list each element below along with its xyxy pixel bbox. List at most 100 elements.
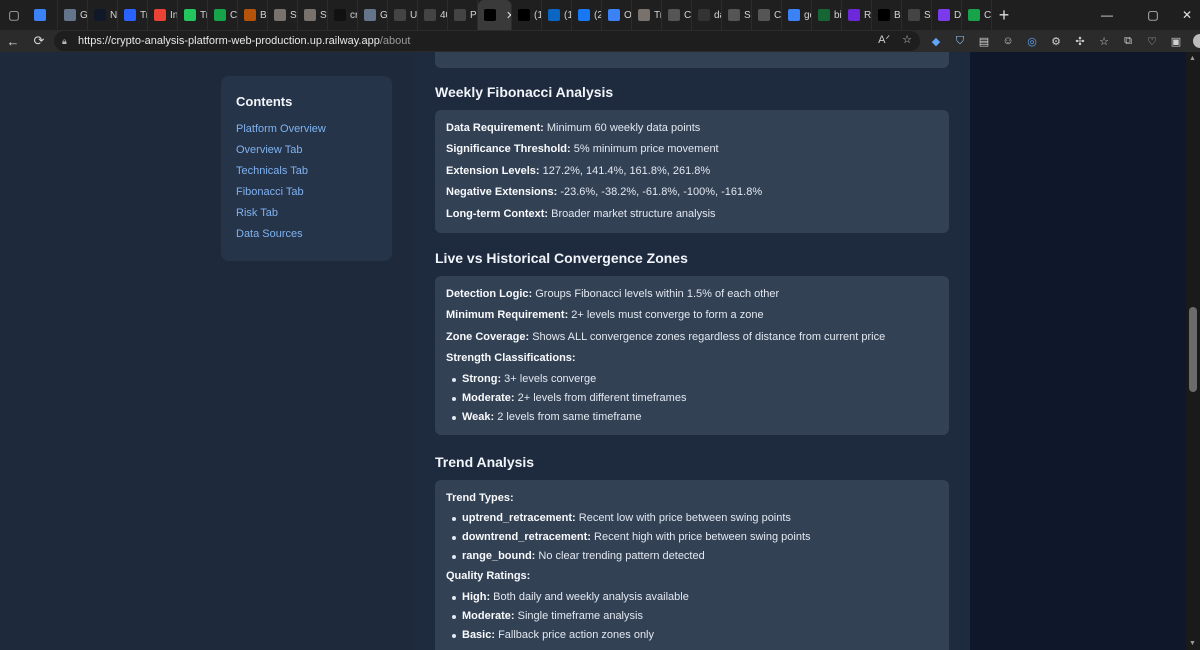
browser-tab[interactable]: Su — [902, 0, 932, 30]
list-item: Moderate: 2+ levels from different timef… — [446, 389, 938, 408]
convergence-row: Zone Coverage: Shows ALL convergence zon… — [446, 330, 886, 343]
browser-tab[interactable]: Tr — [118, 0, 148, 30]
tab-favicon-icon — [124, 9, 136, 21]
tab-label: Cc — [230, 9, 238, 21]
browser-tab[interactable]: bit — [812, 0, 842, 30]
tab-favicon-icon — [668, 9, 680, 21]
browser-tab[interactable]: Pu — [448, 0, 478, 30]
convergence-row: Detection Logic: Groups Fibonacci levels… — [446, 288, 780, 300]
browser-tab[interactable]: St — [268, 0, 298, 30]
toc-link-risk-tab[interactable]: Risk Tab — [236, 207, 377, 219]
toc-link-fibonacci-tab[interactable]: Fibonacci Tab — [236, 186, 377, 198]
tab-label: cry — [350, 9, 357, 21]
browser-tab[interactable]: Bit — [872, 0, 902, 30]
tab-label: bit — [834, 9, 842, 21]
performance-icon[interactable]: ♡ — [1144, 33, 1160, 49]
extension-gear-icon[interactable]: ⚙ — [1048, 33, 1064, 49]
browser-tab[interactable] — [28, 0, 58, 30]
back-icon[interactable]: ← — [0, 30, 26, 52]
browser-tab[interactable]: Ch — [752, 0, 782, 30]
toc-link-overview-tab[interactable]: Overview Tab — [236, 144, 377, 156]
refresh-icon[interactable]: ⟳ — [26, 30, 52, 52]
browser-tab[interactable]: Bl — [238, 0, 268, 30]
read-aloud-icon[interactable]: Aᐟ — [878, 33, 890, 46]
tab-favicon-icon — [728, 9, 740, 21]
browser-tab[interactable]: Cc — [962, 0, 992, 30]
favorites-icon[interactable]: ☆ — [1096, 33, 1112, 49]
list-item: Moderate: Single timeframe analysis — [446, 607, 938, 626]
tab-list: Gc Na Tr Int Tra Cc Bl St St cry Gc Us 40 Pu✕ (1) (1) (2… — [28, 0, 992, 30]
browser-tab[interactable]: Re — [842, 0, 872, 30]
tab-favicon-icon — [608, 9, 620, 21]
extension-diamond-icon[interactable]: ◆ — [928, 33, 944, 49]
trend-analysis-title: Trend Analysis — [435, 454, 535, 470]
minimize-icon[interactable]: — — [1084, 0, 1130, 30]
browser-tab[interactable]: Gc — [358, 0, 388, 30]
list-item: downtrend_retracement: Recent high with … — [446, 528, 938, 547]
toc-link-technicals-tab[interactable]: Technicals Tab — [236, 165, 377, 177]
browser-tab[interactable]: (1) — [512, 0, 542, 30]
collections-icon[interactable]: ⧉ — [1120, 33, 1136, 49]
tab-favicon-icon — [334, 9, 346, 21]
browser-tab[interactable]: Int — [148, 0, 178, 30]
browser-tab[interactable]: Ch — [662, 0, 692, 30]
browser-tab[interactable]: da — [692, 0, 722, 30]
browser-tab[interactable]: Cc — [208, 0, 238, 30]
browser-tab[interactable]: (2) — [572, 0, 602, 30]
tab-actions-icon[interactable]: ▢ — [0, 0, 28, 30]
new-tab-button[interactable]: + — [992, 0, 1016, 30]
browser-tab[interactable]: 40 — [418, 0, 448, 30]
browser-tab[interactable]: ✕ — [478, 0, 512, 30]
tab-label: Op — [624, 9, 632, 21]
page-viewport: Contents Platform Overview Overview Tab … — [0, 52, 1186, 650]
site-info-icon[interactable]: 🔒︎ — [62, 36, 72, 46]
tab-label: Us — [410, 9, 418, 21]
browser-tab[interactable]: (1) — [542, 0, 572, 30]
tab-label: Try — [654, 9, 661, 21]
extension-circle-icon[interactable]: ◎ — [1024, 33, 1040, 49]
browser-tab[interactable]: cry — [328, 0, 358, 30]
browser-tab[interactable]: Sc — [722, 0, 752, 30]
extension-doc-icon[interactable]: ▤ — [976, 33, 992, 49]
toc-link-data-sources[interactable]: Data Sources — [236, 228, 377, 240]
toc-link-platform-overview[interactable]: Platform Overview — [236, 123, 377, 135]
page-scrollbar[interactable]: ▲ ▼ — [1186, 52, 1200, 650]
wallet-icon[interactable]: ▣ — [1168, 33, 1184, 49]
browser-tab[interactable]: Op — [602, 0, 632, 30]
scroll-down-icon[interactable]: ▼ — [1189, 640, 1196, 647]
tab-favicon-icon — [878, 9, 890, 21]
browser-tab[interactable]: Tra — [178, 0, 208, 30]
weekly-fibonacci-card: Data Requirement: Minimum 60 weekly data… — [435, 110, 949, 234]
tab-favicon-icon — [94, 9, 106, 21]
browser-tab[interactable]: Us — [388, 0, 418, 30]
right-gutter — [942, 52, 1186, 650]
main-content: Weekly Fibonacci Analysis Data Requireme… — [414, 52, 970, 650]
quality-ratings-list: High: Both daily and weekly analysis ava… — [446, 588, 938, 645]
browser-tab[interactable]: Da — [932, 0, 962, 30]
convergence-zones-title: Live vs Historical Convergence Zones — [435, 250, 688, 266]
browser-tab[interactable]: St — [298, 0, 328, 30]
browser-tab[interactable]: Try — [632, 0, 662, 30]
tab-label: gc — [804, 9, 811, 21]
scroll-up-icon[interactable]: ▲ — [1189, 55, 1196, 62]
browser-tab[interactable]: Gc — [58, 0, 88, 30]
extension-face-icon[interactable]: ☺ — [1000, 33, 1016, 49]
previous-section-card — [435, 52, 949, 68]
tab-favicon-icon — [244, 9, 256, 21]
profile-avatar[interactable] — [1192, 33, 1200, 49]
browser-tab[interactable]: Na — [88, 0, 118, 30]
extensions-puzzle-icon[interactable]: ✣ — [1072, 33, 1088, 49]
browser-tab[interactable]: gc — [782, 0, 812, 30]
convergence-zones-card: Detection Logic: Groups Fibonacci levels… — [435, 276, 949, 435]
tab-favicon-icon — [968, 9, 980, 21]
scrollbar-thumb[interactable] — [1189, 307, 1197, 392]
close-window-icon[interactable]: ✕ — [1164, 0, 1200, 30]
bitwarden-icon[interactable]: ⛉ — [952, 33, 968, 49]
address-bar[interactable]: 🔒︎ https://crypto-analysis-platform-web-… — [54, 31, 920, 51]
tab-favicon-icon — [848, 9, 860, 21]
weekly-row: Long-term Context: Broader market struct… — [446, 207, 716, 220]
favorite-star-icon[interactable]: ☆ — [902, 33, 912, 46]
tab-label: Sc — [744, 9, 751, 21]
tab-favicon-icon — [154, 9, 166, 21]
list-item: range_bound: No clear trending pattern d… — [446, 547, 938, 566]
